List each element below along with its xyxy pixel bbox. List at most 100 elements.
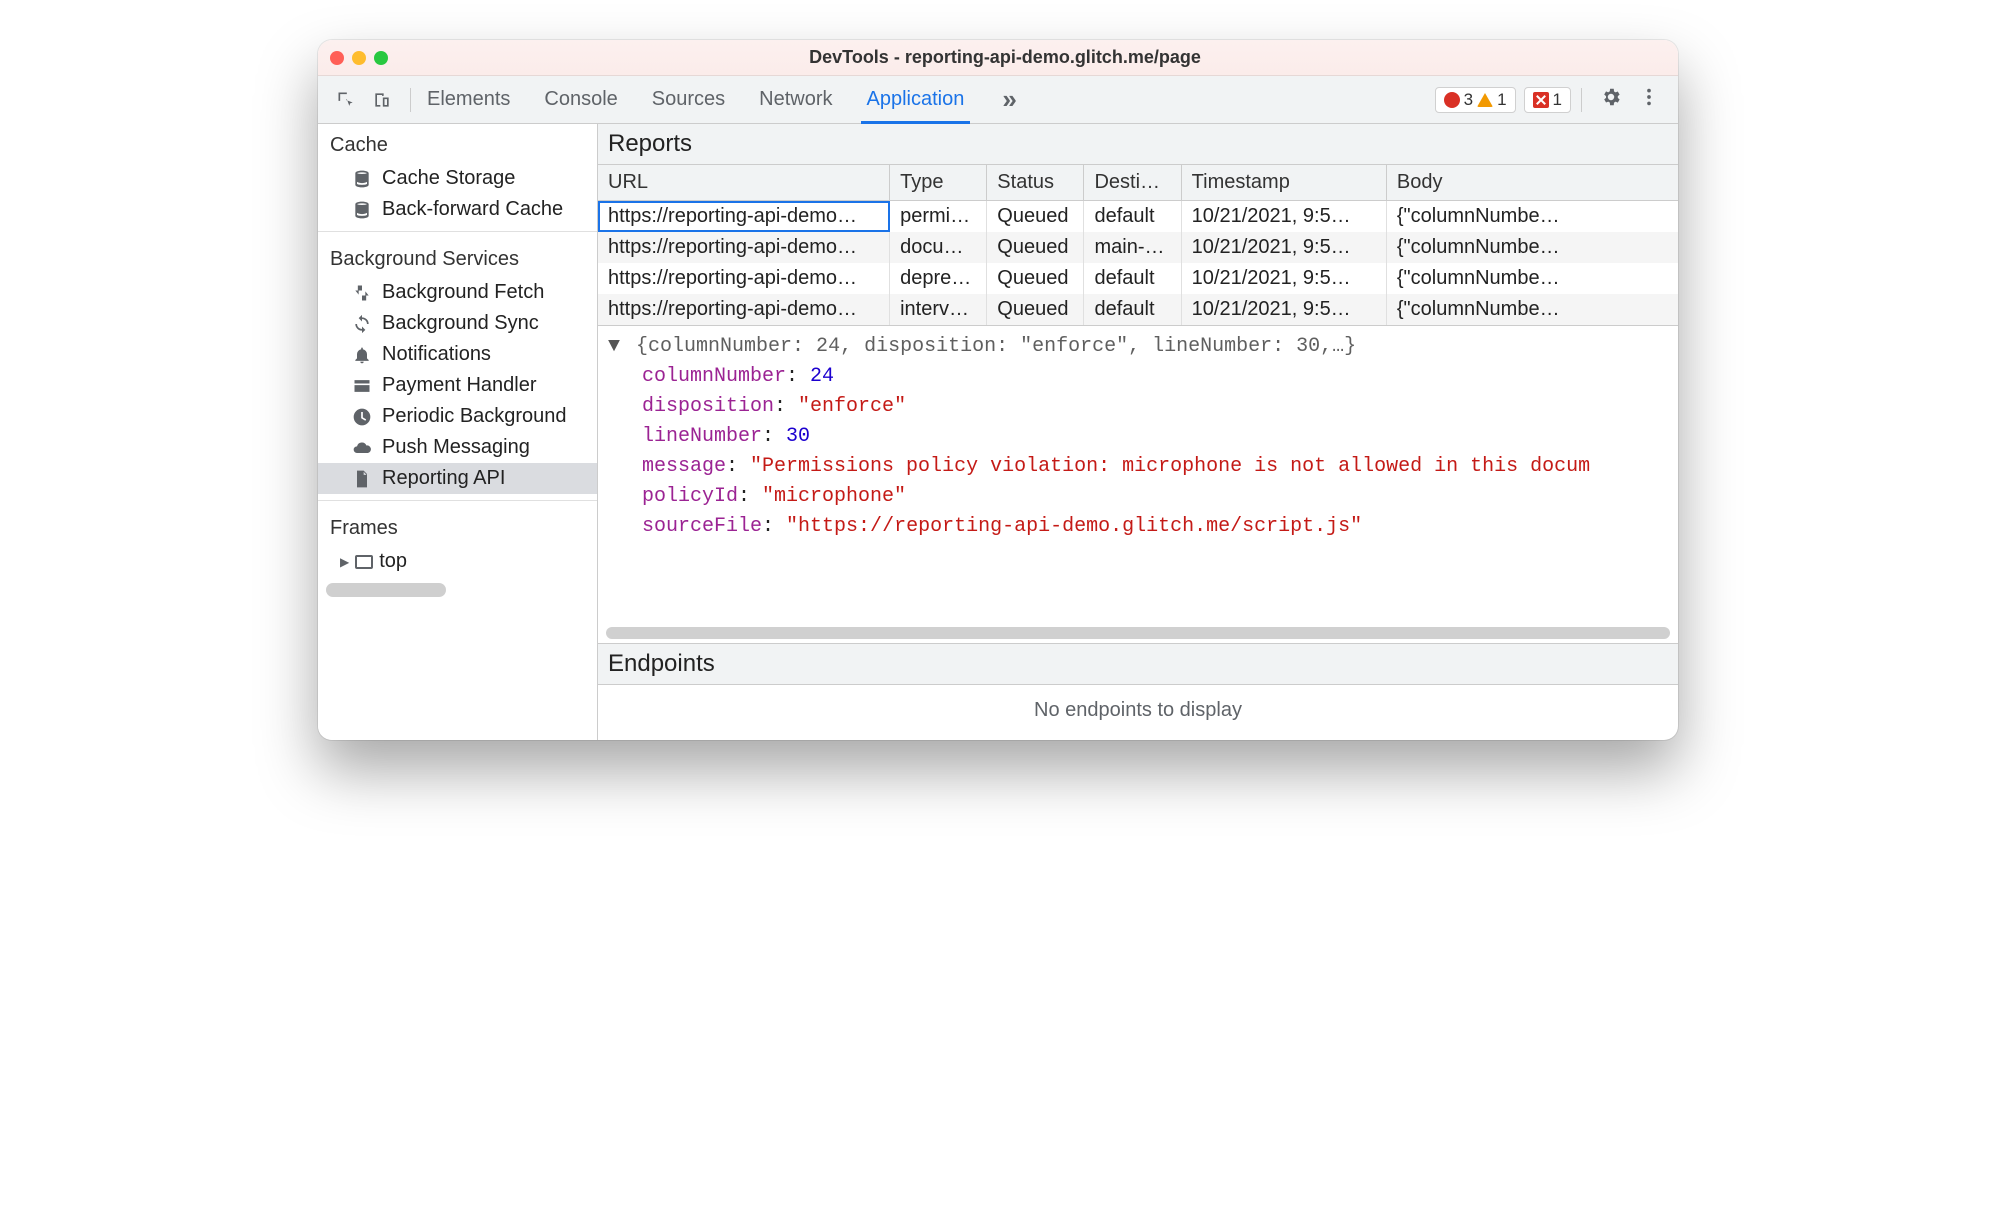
cell-ts: 10/21/2021, 9:5… (1181, 294, 1386, 325)
col-header-url[interactable]: URL (598, 165, 890, 201)
window-title: DevTools - reporting-api-demo.glitch.me/… (404, 47, 1606, 68)
reports-table: URL Type Status Desti… Timestamp Body ht… (598, 165, 1678, 325)
cell-status: Queued (987, 201, 1084, 233)
sidebar-item-label: Notifications (382, 343, 491, 366)
application-sidebar: Cache Cache Storage Back-forward Cache B… (318, 124, 598, 740)
sidebar-item-cache-storage[interactable]: Cache Storage (318, 163, 597, 194)
minimize-window-button[interactable] (352, 51, 366, 65)
sidebar-item-background-sync[interactable]: Background Sync (318, 308, 597, 339)
issues-pill[interactable]: 1 (1524, 87, 1571, 113)
cell-ts: 10/21/2021, 9:5… (1181, 232, 1386, 263)
detail-prop: lineNumber: 30 (608, 422, 1668, 452)
cell-body: {"columnNumbe… (1386, 294, 1678, 325)
close-window-button[interactable] (330, 51, 344, 65)
cell-url: https://reporting-api-demo… (598, 263, 890, 294)
device-toggle-button[interactable] (364, 76, 400, 123)
cell-ts: 10/21/2021, 9:5… (1181, 201, 1386, 233)
tab-elements[interactable]: Elements (421, 76, 516, 123)
detail-prop: columnNumber: 24 (608, 362, 1668, 392)
issue-count: 1 (1553, 90, 1562, 110)
detail-summary: {columnNumber: 24, disposition: "enforce… (636, 335, 1356, 358)
sidebar-item-reporting-api[interactable]: Reporting API (318, 463, 597, 494)
error-icon (1444, 92, 1460, 108)
sidebar-section-bg-services: Background Services (318, 238, 597, 277)
sidebar-item-label: Background Fetch (382, 281, 544, 304)
tabs-overflow-button[interactable]: » (992, 84, 1026, 115)
toolbar-separator (410, 88, 411, 112)
cloud-icon (352, 438, 372, 458)
disclosure-triangle-icon[interactable]: ▼ (608, 335, 620, 358)
detail-prop: disposition: "enforce" (608, 392, 1668, 422)
sidebar-item-label: top (379, 550, 407, 573)
cell-type: interv… (890, 294, 987, 325)
card-icon (352, 376, 372, 396)
frame-icon (355, 555, 373, 569)
warning-count: 1 (1497, 90, 1506, 110)
detail-prop: message: "Permissions policy violation: … (608, 452, 1668, 482)
detail-summary-line[interactable]: ▼ {columnNumber: 24, disposition: "enfor… (608, 332, 1668, 362)
cell-body: {"columnNumbe… (1386, 201, 1678, 233)
window-titlebar: DevTools - reporting-api-demo.glitch.me/… (318, 40, 1678, 76)
sidebar-item-label: Cache Storage (382, 167, 515, 190)
devtools-toolbar: Elements Console Sources Network Applica… (318, 76, 1678, 124)
sidebar-section-frames: Frames (318, 507, 597, 546)
sidebar-item-payment-handler[interactable]: Payment Handler (318, 370, 597, 401)
sidebar-item-push-messaging[interactable]: Push Messaging (318, 432, 597, 463)
panel-tabs: Elements Console Sources Network Applica… (421, 76, 1027, 123)
fetch-icon (352, 283, 372, 303)
tab-application[interactable]: Application (861, 76, 971, 123)
col-header-body[interactable]: Body (1386, 165, 1678, 201)
sidebar-item-label: Back-forward Cache (382, 198, 563, 221)
maximize-window-button[interactable] (374, 51, 388, 65)
sidebar-item-label: Push Messaging (382, 436, 530, 459)
col-header-destination[interactable]: Desti… (1084, 165, 1181, 201)
horizontal-scrollbar[interactable] (326, 583, 446, 597)
table-row[interactable]: https://reporting-api-demo…interv…Queued… (598, 294, 1678, 325)
bell-icon (352, 345, 372, 365)
col-header-status[interactable]: Status (987, 165, 1084, 201)
tab-console[interactable]: Console (538, 76, 623, 123)
settings-button[interactable] (1592, 86, 1630, 114)
reporting-api-panel: Reports URL Type Status Desti… Timestamp… (598, 124, 1678, 740)
warning-icon (1477, 93, 1493, 107)
issue-icon (1533, 92, 1549, 108)
sidebar-item-periodic-background[interactable]: Periodic Background (318, 401, 597, 432)
devtools-window: DevTools - reporting-api-demo.glitch.me/… (318, 40, 1678, 740)
sidebar-item-back-forward-cache[interactable]: Back-forward Cache (318, 194, 597, 225)
sidebar-item-background-fetch[interactable]: Background Fetch (318, 277, 597, 308)
table-row[interactable]: https://reporting-api-demo…depre…Queuedd… (598, 263, 1678, 294)
disclosure-triangle-icon[interactable]: ▶ (340, 555, 349, 569)
horizontal-scrollbar[interactable] (606, 627, 1670, 639)
console-status-pills: 3 1 1 (1435, 87, 1571, 113)
endpoints-title: Endpoints (598, 643, 1678, 685)
cell-type: depre… (890, 263, 987, 294)
cell-ts: 10/21/2021, 9:5… (1181, 263, 1386, 294)
content-area: Cache Cache Storage Back-forward Cache B… (318, 124, 1678, 740)
cell-dest: default (1084, 201, 1181, 233)
col-header-timestamp[interactable]: Timestamp (1181, 165, 1386, 201)
more-options-button[interactable] (1630, 86, 1668, 114)
cell-body: {"columnNumbe… (1386, 263, 1678, 294)
tab-sources[interactable]: Sources (646, 76, 731, 123)
table-row[interactable]: https://reporting-api-demo…docu…Queuedma… (598, 232, 1678, 263)
clock-icon (352, 407, 372, 427)
sidebar-item-label: Payment Handler (382, 374, 537, 397)
sync-icon (352, 314, 372, 334)
cell-url: https://reporting-api-demo… (598, 201, 890, 233)
sidebar-divider (318, 500, 597, 501)
inspect-element-button[interactable] (328, 76, 364, 123)
sidebar-frame-top[interactable]: ▶ top (318, 546, 597, 577)
cell-status: Queued (987, 263, 1084, 294)
sidebar-section-cache: Cache (318, 124, 597, 163)
table-row[interactable]: https://reporting-api-demo…permi…Queuedd… (598, 201, 1678, 233)
cell-status: Queued (987, 232, 1084, 263)
database-icon (352, 200, 372, 220)
toolbar-separator (1581, 88, 1582, 112)
sidebar-item-notifications[interactable]: Notifications (318, 339, 597, 370)
traffic-lights (330, 51, 388, 65)
sidebar-item-label: Reporting API (382, 467, 505, 490)
col-header-type[interactable]: Type (890, 165, 987, 201)
console-errors-warnings-pill[interactable]: 3 1 (1435, 87, 1516, 113)
tab-network[interactable]: Network (753, 76, 838, 123)
database-icon (352, 169, 372, 189)
